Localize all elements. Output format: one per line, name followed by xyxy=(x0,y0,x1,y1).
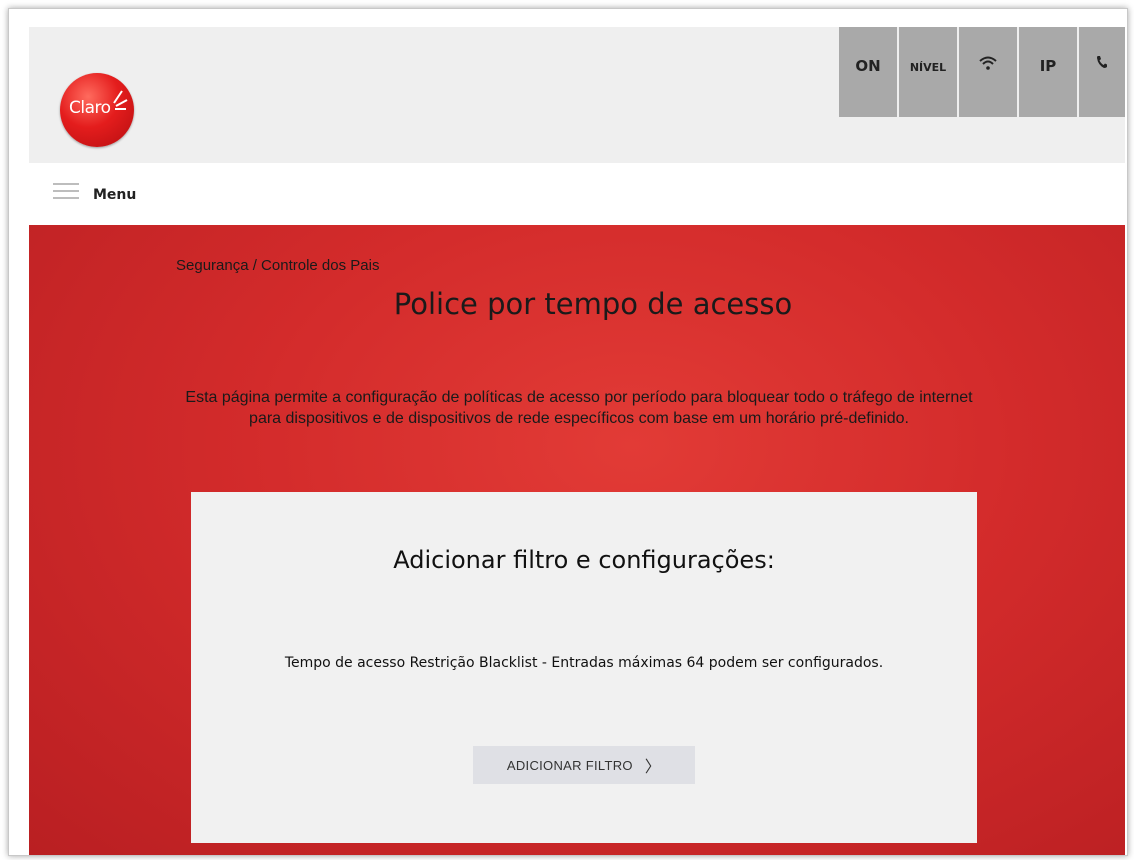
status-on-label: ON xyxy=(855,57,881,75)
status-ip-label: IP xyxy=(1039,57,1057,75)
breadcrumb: Segurança / Controle dos Pais xyxy=(176,257,380,274)
status-phone-button[interactable] xyxy=(1079,27,1125,117)
browser-frame: Claro ON NÍVEL IP Menu Segurança / Contr… xyxy=(8,8,1128,856)
status-ip-button[interactable]: IP xyxy=(1019,27,1077,117)
add-filter-button[interactable]: ADICIONAR FILTRO 〉 xyxy=(473,746,695,784)
logo-rays-icon xyxy=(113,90,128,110)
menu-bar: Menu xyxy=(29,163,1125,225)
status-wifi-button[interactable] xyxy=(959,27,1017,117)
phone-icon xyxy=(1097,56,1107,68)
card-description: Tempo de acesso Restrição Blacklist - En… xyxy=(284,655,884,671)
status-nivel-label: NÍVEL xyxy=(909,61,947,74)
page-description: Esta página permite a configuração de po… xyxy=(185,389,973,427)
claro-logo[interactable]: Claro xyxy=(60,73,134,147)
hamburger-icon[interactable] xyxy=(53,183,79,201)
filter-card: Adicionar filtro e configurações: Tempo … xyxy=(191,492,977,843)
status-bar: ON NÍVEL IP xyxy=(837,27,1125,117)
status-nivel-button[interactable]: NÍVEL xyxy=(899,27,957,117)
header: Claro ON NÍVEL IP xyxy=(29,27,1125,163)
status-on-button[interactable]: ON xyxy=(839,27,897,117)
chevron-right-icon: 〉 xyxy=(644,759,662,776)
menu-label[interactable]: Menu xyxy=(93,187,136,203)
wifi-icon xyxy=(979,56,997,70)
page-title: Police por tempo de acesso xyxy=(393,287,793,321)
card-title: Adicionar filtro e configurações: xyxy=(393,546,775,574)
add-filter-button-label: ADICIONAR FILTRO xyxy=(506,757,633,773)
logo-text: Claro xyxy=(69,98,111,118)
main-content: Segurança / Controle dos Pais Police por… xyxy=(29,225,1125,855)
